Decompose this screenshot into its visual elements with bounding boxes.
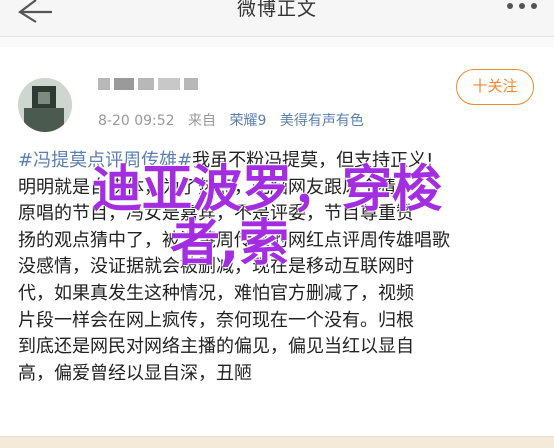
header-divider xyxy=(0,37,554,47)
post-body: #冯提莫点评周传雄#我虽不粉冯提莫，但支持正义! 明明就是自媒体，为了热点，无脑… xyxy=(18,148,538,387)
hashtag-link[interactable]: #冯提莫点评周传雄# xyxy=(18,150,192,171)
more-dots-icon[interactable] xyxy=(502,0,542,18)
post-time: 8-20 09:52 xyxy=(98,113,175,129)
device-tagline[interactable]: 美得有声有色 xyxy=(280,113,364,129)
post-line: 扬的观点猜中了，被污蔑周传雄的网红点评周传雄唱歌 xyxy=(18,229,450,251)
post-line: 到底还是网民对网络主播的偏见，偏见当红以显自 xyxy=(18,336,414,358)
post-line: 没感情，没证据就会被删减，现在是移动互联网时 xyxy=(18,256,414,278)
avatar[interactable] xyxy=(18,78,72,132)
follow-button[interactable]: 十关注 xyxy=(456,69,534,105)
post-meta: 8-20 09:52 来自 荣耀9 美得有声有色 xyxy=(98,110,373,130)
post-line: 明明就是自媒体，为了热点，无脑网友跟风个猜 xyxy=(18,176,396,198)
post-line: #冯提莫点评周传雄#我虽不粉冯提莫，但支持正义! xyxy=(18,148,538,175)
post-line: 高，偏爱曾经以显自深，丑陋 xyxy=(18,362,252,384)
image-preview-strip[interactable] xyxy=(0,436,554,448)
device-link[interactable]: 荣耀9 xyxy=(229,113,266,129)
top-nav-bar: 微博正文 xyxy=(0,0,554,37)
post-line: 原唱的节目，冯女是嘉宾，不是评委，节目尊重赞 xyxy=(18,203,414,225)
post-line: 片段一样会在网上疯传，奈何现在一个没有。归根 xyxy=(18,309,414,331)
page-title: 微博正文 xyxy=(236,0,317,20)
source-prefix: 来自 xyxy=(188,113,217,129)
post-text: 我虽不粉冯提莫，但支持正义! xyxy=(192,150,434,171)
username-blurred[interactable] xyxy=(98,74,208,94)
post-line: 代，如果真发生这种情况，难怕官方删减了，视频 xyxy=(18,282,414,304)
